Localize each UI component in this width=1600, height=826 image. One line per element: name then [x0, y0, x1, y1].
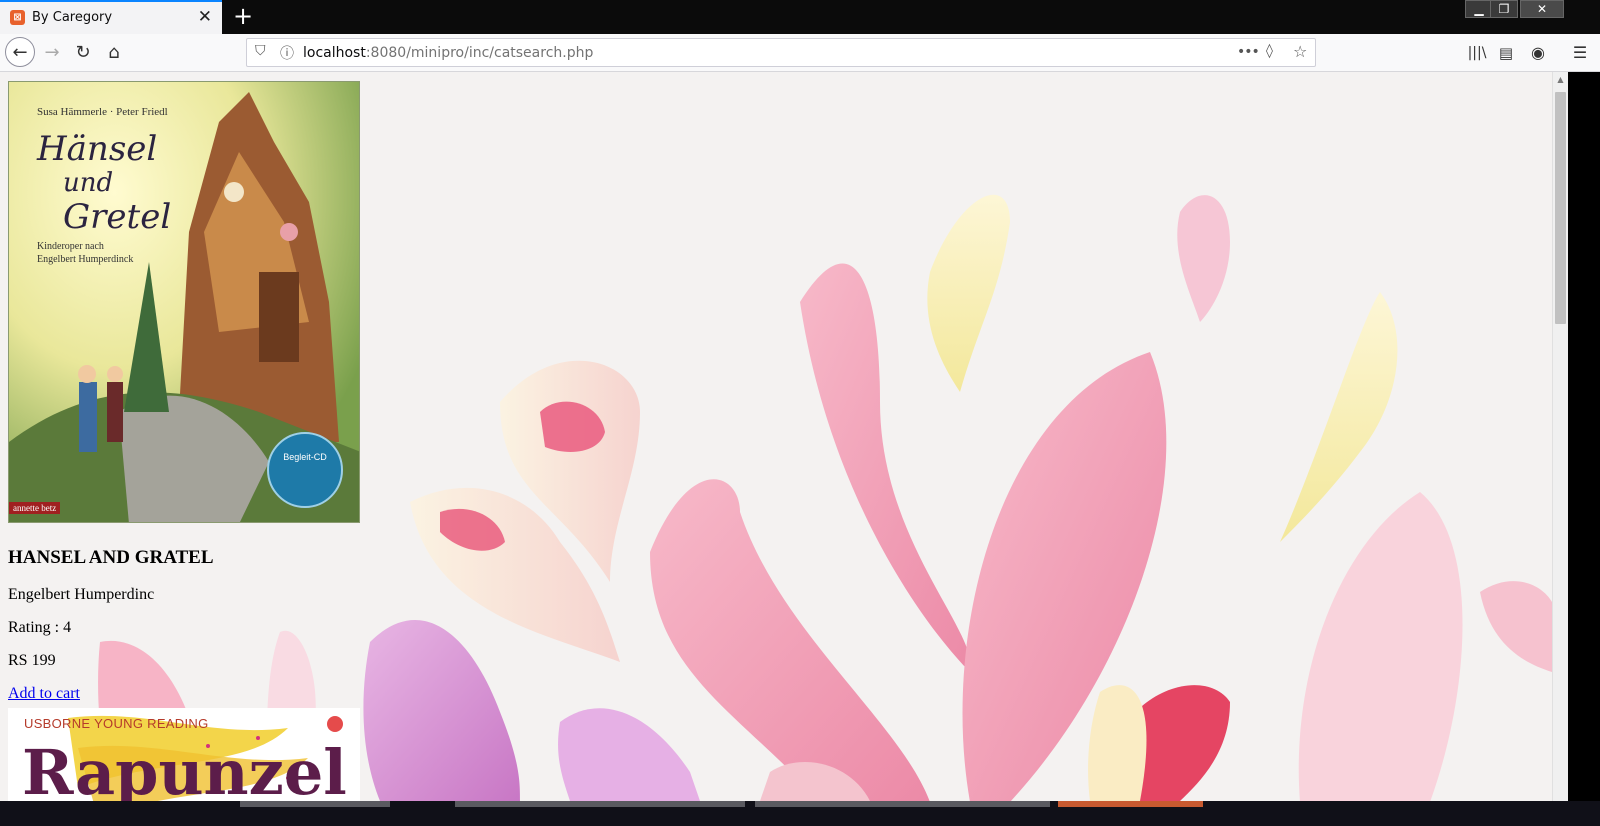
library-icon[interactable]: |||\	[1463, 39, 1491, 67]
navigation-bar: ← → ↻ ⌂ ⛉ ⓘ localhost:8080/minipro/inc/c…	[0, 34, 1600, 72]
bookmark-star-icon[interactable]: ☆	[1293, 42, 1307, 61]
xampp-favicon-icon: ⊠	[10, 10, 25, 25]
site-info-icon[interactable]: ⓘ	[280, 43, 294, 63]
minimize-button[interactable]: ▁	[1465, 0, 1493, 18]
taskbar-item[interactable]	[240, 801, 390, 807]
url-host: localhost	[303, 45, 366, 61]
book-cover-image: Susa Hämmerle · Peter Friedl Hänsel und …	[8, 81, 360, 523]
page-actions-icon[interactable]: •••	[1237, 44, 1260, 60]
home-button[interactable]: ⌂	[100, 39, 128, 67]
taskbar-item[interactable]	[455, 801, 745, 807]
cover-authors: Susa Hämmerle · Peter Friedl	[37, 106, 168, 118]
back-button[interactable]: ←	[5, 37, 35, 67]
cover-series: USBORNE YOUNG READING	[24, 716, 209, 731]
tracking-shield-icon[interactable]: ⛉	[255, 43, 266, 59]
reload-button[interactable]: ↻	[69, 39, 97, 67]
vertical-scrollbar[interactable]: ▲	[1552, 72, 1568, 801]
tab-title: By Caregory	[32, 10, 113, 25]
pocket-icon[interactable]: ◊	[1266, 43, 1273, 59]
book-price: RS 199	[8, 652, 56, 669]
scroll-up-arrow-icon[interactable]: ▲	[1553, 72, 1568, 88]
book-list: Susa Hämmerle · Peter Friedl Hänsel und …	[8, 81, 360, 801]
cover-subtitle-line: Engelbert Humperdinck	[37, 254, 134, 265]
add-to-cart-link[interactable]: Add to cart	[8, 684, 80, 704]
cover-title-line: Hänsel	[37, 129, 158, 169]
taskbar-item[interactable]	[755, 801, 1050, 807]
cover-title-line: Gretel	[63, 197, 172, 237]
title-bar: ⊠ By Caregory ✕ + ▁ ❐ ✕	[0, 0, 1600, 34]
book-cover-image: USBORNE YOUNG READING Rapunzel	[8, 708, 360, 801]
close-tab-icon[interactable]: ✕	[198, 7, 212, 27]
book-author: Engelbert Humperdinc	[8, 586, 155, 603]
active-tab[interactable]: ⊠ By Caregory ✕	[0, 0, 222, 34]
new-tab-button[interactable]: +	[230, 2, 256, 30]
forward-button[interactable]: →	[38, 39, 66, 67]
close-window-button[interactable]: ✕	[1520, 0, 1564, 18]
book-rating: Rating : 4	[8, 619, 72, 636]
book-title: HANSEL AND GRATEL	[8, 547, 214, 568]
cover-title: Hänsel und Gretel	[37, 132, 171, 234]
url-text[interactable]: localhost:8080/minipro/inc/catsearch.php	[303, 45, 593, 61]
cover-subtitle-line: Kinderoper nach	[37, 241, 104, 252]
page-viewport: Susa Hämmerle · Peter Friedl Hänsel und …	[0, 72, 1552, 801]
cd-badge: Begleit-CD	[267, 432, 343, 508]
scroll-thumb[interactable]	[1555, 92, 1566, 324]
restore-button[interactable]: ❐	[1490, 0, 1518, 18]
taskbar	[0, 801, 1600, 826]
cover-publisher: annette betz	[9, 502, 61, 514]
cover-title: Rapunzel	[22, 736, 347, 801]
address-bar[interactable]: ⛉ ⓘ localhost:8080/minipro/inc/catsearch…	[246, 38, 1316, 67]
url-path: :8080/minipro/inc/catsearch.php	[365, 45, 594, 61]
sidebar-icon[interactable]: ▤	[1492, 39, 1520, 67]
account-icon[interactable]: ◉	[1524, 39, 1552, 67]
cover-subtitle: Kinderoper nach Engelbert Humperdinck	[37, 240, 133, 266]
menu-icon[interactable]: ☰	[1566, 39, 1594, 67]
taskbar-item[interactable]	[1058, 801, 1203, 807]
cover-title-line: und	[63, 168, 114, 198]
